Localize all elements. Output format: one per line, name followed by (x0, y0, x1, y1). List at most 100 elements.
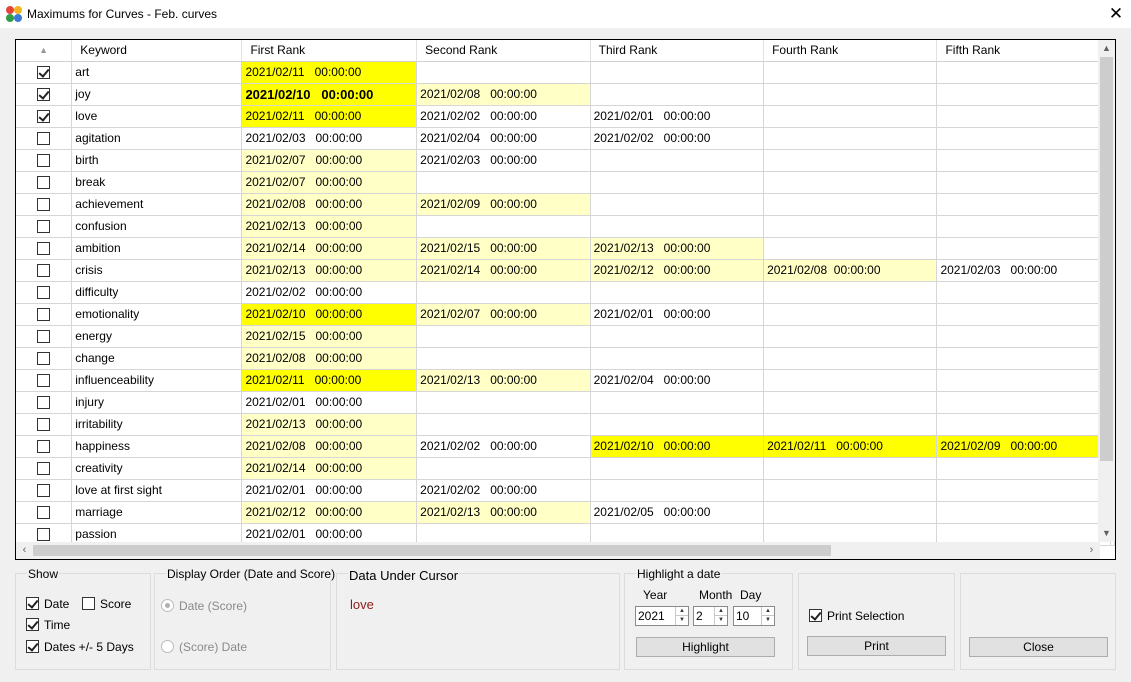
rank-cell[interactable]: 2021/02/10 00:00:00 (590, 435, 765, 458)
order-score-date-radio[interactable] (161, 640, 174, 653)
rank-cell[interactable]: 2021/02/04 00:00:00 (416, 127, 591, 150)
row-checkbox[interactable] (37, 110, 51, 124)
rank-cell[interactable] (936, 369, 1111, 392)
scroll-up-icon[interactable]: ▲ (1098, 40, 1115, 57)
month-spinner[interactable]: 2 ▲ ▼ (693, 606, 728, 626)
day-down-icon[interactable]: ▼ (761, 616, 774, 625)
row-checkbox[interactable] (37, 220, 51, 234)
row-select-cell[interactable] (16, 83, 73, 106)
table-row[interactable]: energy 2021/02/15 00:00:00 (16, 325, 1115, 348)
keyword-cell[interactable]: influenceability (71, 369, 243, 392)
results-grid[interactable]: ▲ Keyword First Rank Second Rank Third R… (15, 39, 1116, 560)
row-checkbox[interactable] (37, 462, 51, 476)
column-header-fifth-rank[interactable]: Fifth Rank (936, 40, 1111, 62)
rank-cell[interactable] (936, 457, 1111, 480)
row-select-cell[interactable] (16, 193, 73, 216)
order-date-score-radio[interactable] (161, 599, 174, 612)
row-select-cell[interactable] (16, 435, 73, 458)
rank-cell[interactable]: 2021/02/11 00:00:00 (241, 105, 418, 128)
keyword-cell[interactable]: happiness (71, 435, 243, 458)
rank-cell[interactable] (416, 325, 591, 348)
table-row[interactable]: joy 2021/02/10 00:00:00 2021/02/08 00:00:0… (16, 83, 1115, 106)
show-time-checkbox[interactable] (26, 618, 39, 631)
row-checkbox[interactable] (37, 418, 51, 432)
keyword-cell[interactable]: joy (71, 83, 243, 106)
rank-cell[interactable]: 2021/02/09 00:00:00 (936, 435, 1111, 458)
rank-cell[interactable] (936, 149, 1111, 172)
rank-cell[interactable]: 2021/02/15 00:00:00 (416, 237, 591, 260)
rank-cell[interactable]: 2021/02/02 00:00:00 (590, 127, 765, 150)
rank-cell[interactable]: 2021/02/13 00:00:00 (241, 259, 418, 282)
horizontal-scroll-thumb[interactable] (33, 545, 831, 556)
rank-cell[interactable] (763, 127, 938, 150)
keyword-cell[interactable]: difficulty (71, 281, 243, 304)
rank-cell[interactable]: 2021/02/10 00:00:00 (241, 303, 418, 326)
month-up-icon[interactable]: ▲ (714, 607, 727, 616)
rank-cell[interactable]: 2021/02/07 00:00:00 (416, 303, 591, 326)
horizontal-scrollbar[interactable]: ‹ › (16, 542, 1100, 559)
table-row[interactable]: marriage 2021/02/12 00:00:00 2021/02/13 00… (16, 501, 1115, 524)
rank-cell[interactable]: 2021/02/13 00:00:00 (416, 501, 591, 524)
row-select-cell[interactable] (16, 259, 73, 282)
rank-cell[interactable]: 2021/02/08 00:00:00 (241, 193, 418, 216)
rank-cell[interactable]: 2021/02/13 00:00:00 (416, 369, 591, 392)
rank-cell[interactable] (763, 501, 938, 524)
rank-cell[interactable]: 2021/02/11 00:00:00 (241, 61, 418, 84)
rank-cell[interactable]: 2021/02/13 00:00:00 (241, 215, 418, 238)
vertical-scrollbar[interactable]: ▲ ▼ (1098, 40, 1115, 542)
column-header-first-rank[interactable]: First Rank (241, 40, 418, 62)
keyword-cell[interactable]: emotionality (71, 303, 243, 326)
rank-cell[interactable]: 2021/02/11 00:00:00 (241, 369, 418, 392)
rank-cell[interactable] (763, 171, 938, 194)
rank-cell[interactable] (590, 479, 765, 502)
table-row[interactable]: achievement 2021/02/08 00:00:00 2021/02/09… (16, 193, 1115, 216)
row-checkbox[interactable] (37, 242, 51, 256)
keyword-cell[interactable]: creativity (71, 457, 243, 480)
rank-cell[interactable] (763, 457, 938, 480)
rank-cell[interactable] (936, 347, 1111, 370)
rank-cell[interactable] (590, 61, 765, 84)
day-spinner[interactable]: 10 ▲ ▼ (733, 606, 775, 626)
rank-cell[interactable] (936, 237, 1111, 260)
keyword-cell[interactable]: crisis (71, 259, 243, 282)
keyword-cell[interactable]: art (71, 61, 243, 84)
rank-cell[interactable]: 2021/02/08 00:00:00 (763, 259, 938, 282)
row-select-cell[interactable] (16, 479, 73, 502)
keyword-cell[interactable]: love (71, 105, 243, 128)
keyword-cell[interactable]: injury (71, 391, 243, 414)
rank-cell[interactable] (590, 325, 765, 348)
show-score-option[interactable]: Score (82, 597, 131, 611)
rank-cell[interactable] (763, 149, 938, 172)
rank-cell[interactable] (590, 413, 765, 436)
row-checkbox[interactable] (37, 176, 51, 190)
row-select-cell[interactable] (16, 413, 73, 436)
print-selection-option[interactable]: Print Selection (809, 609, 904, 623)
keyword-cell[interactable]: agitation (71, 127, 243, 150)
row-select-cell[interactable] (16, 457, 73, 480)
show-date-checkbox[interactable] (26, 597, 39, 610)
rank-cell[interactable] (590, 83, 765, 106)
keyword-cell[interactable]: energy (71, 325, 243, 348)
scroll-left-icon[interactable]: ‹ (16, 542, 33, 559)
table-row[interactable]: creativity 2021/02/14 00:00:00 (16, 457, 1115, 480)
rank-cell[interactable]: 2021/02/07 00:00:00 (241, 149, 418, 172)
show-dates-pm-checkbox[interactable] (26, 640, 39, 653)
row-checkbox[interactable] (37, 286, 51, 300)
row-checkbox[interactable] (37, 66, 51, 80)
row-select-cell[interactable] (16, 303, 73, 326)
rank-cell[interactable]: 2021/02/08 00:00:00 (241, 347, 418, 370)
show-date-option[interactable]: Date (26, 597, 69, 611)
rank-cell[interactable]: 2021/02/15 00:00:00 (241, 325, 418, 348)
rank-cell[interactable]: 2021/02/02 00:00:00 (416, 435, 591, 458)
rank-cell[interactable] (763, 303, 938, 326)
row-checkbox[interactable] (37, 484, 51, 498)
row-select-cell[interactable] (16, 391, 73, 414)
keyword-cell[interactable]: love at first sight (71, 479, 243, 502)
row-checkbox[interactable] (37, 440, 51, 454)
rank-cell[interactable] (590, 347, 765, 370)
rank-cell[interactable] (416, 171, 591, 194)
rank-cell[interactable] (763, 369, 938, 392)
row-select-cell[interactable] (16, 347, 73, 370)
rank-cell[interactable]: 2021/02/14 00:00:00 (241, 457, 418, 480)
rank-cell[interactable] (416, 457, 591, 480)
